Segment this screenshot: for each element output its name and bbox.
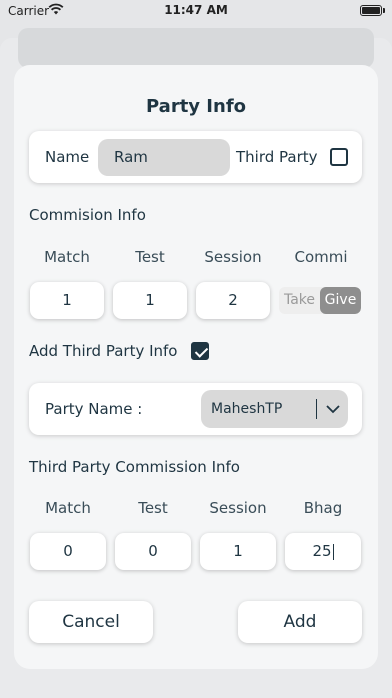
commission-session-input[interactable]: 2 (196, 282, 270, 319)
commission-col-match: Match (44, 248, 90, 266)
stacked-sheet (18, 28, 374, 68)
third-party-label: Third Party (236, 148, 318, 166)
tp-bhag-value: 25 (312, 542, 332, 560)
commission-section-label: Commision Info (29, 206, 146, 224)
status-bar: Carrier 11:47 AM (0, 0, 392, 22)
tp-col-test: Test (138, 499, 168, 517)
dropdown-separator (316, 399, 317, 419)
battery-icon (360, 5, 382, 16)
third-party-checkbox[interactable] (330, 148, 348, 166)
take-option[interactable]: Take (279, 287, 320, 314)
party-name-dropdown[interactable]: MaheshTP (201, 390, 348, 428)
third-party-commission-label: Third Party Commission Info (29, 458, 240, 476)
commission-type-toggle[interactable]: Take Give (279, 287, 361, 314)
cancel-button[interactable]: Cancel (29, 601, 153, 643)
tp-col-bhag: Bhag (303, 499, 343, 517)
party-name-label: Party Name : (45, 400, 143, 418)
tp-session-input[interactable]: 1 (200, 533, 276, 570)
commission-col-commi: Commi (294, 248, 348, 266)
commission-match-input[interactable]: 1 (30, 282, 104, 319)
commission-test-input[interactable]: 1 (113, 282, 187, 319)
chevron-down-icon (325, 401, 341, 421)
commission-col-test: Test (135, 248, 165, 266)
tp-col-session: Session (209, 499, 267, 517)
commission-col-session: Session (204, 248, 262, 266)
clock: 11:47 AM (164, 3, 228, 17)
page-title: Party Info (145, 96, 247, 117)
text-cursor (332, 543, 334, 560)
name-label: Name (45, 148, 90, 166)
add-third-party-label: Add Third Party Info (29, 342, 178, 360)
add-third-party-checkbox[interactable] (191, 342, 209, 360)
tp-match-input[interactable]: 0 (30, 533, 106, 570)
party-name-value: MaheshTP (211, 401, 283, 417)
name-input[interactable]: Ram (98, 139, 230, 176)
give-option[interactable]: Give (320, 287, 361, 314)
add-button[interactable]: Add (238, 601, 362, 643)
tp-test-input[interactable]: 0 (115, 533, 191, 570)
tp-col-match: Match (45, 499, 91, 517)
battery-tip (383, 8, 385, 13)
tp-bhag-input[interactable]: 25 (285, 533, 361, 570)
